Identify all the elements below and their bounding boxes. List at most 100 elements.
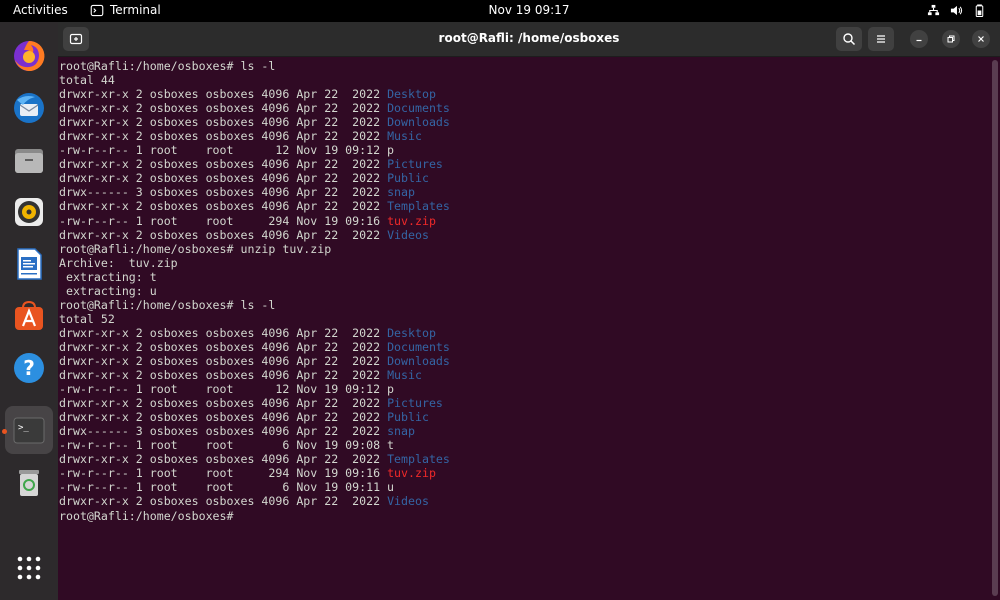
line-text: drwxr-xr-x 2 osboxes osboxes 4096 Apr 22… (59, 353, 388, 368)
terminal-line: -rw-r--r-- 1 root root 6 Nov 19 09:11 u (59, 480, 988, 494)
line-text: drwxr-xr-x 2 osboxes osboxes 4096 Apr 22… (59, 157, 388, 172)
search-button[interactable] (836, 27, 862, 51)
terminal-line: -rw-r--r-- 1 root root 6 Nov 19 09:08 t (59, 438, 988, 452)
line-text: -rw-r--r-- 1 root root 6 Nov 19 09:11 u (59, 480, 395, 495)
dock-item-thunderbird[interactable] (5, 84, 53, 132)
dock: ? >_ (0, 22, 58, 600)
volume-icon[interactable] (950, 4, 963, 17)
directory-name: Public (387, 410, 429, 425)
line-text: total 44 (59, 73, 115, 88)
directory-name: snap (387, 185, 415, 200)
terminal-line: drwxr-xr-x 2 osboxes osboxes 4096 Apr 22… (59, 171, 988, 185)
menu-button[interactable] (868, 27, 894, 51)
terminal-line: -rw-r--r-- 1 root root 12 Nov 19 09:12 p (59, 382, 988, 396)
thunderbird-icon (14, 93, 44, 123)
line-text: extracting: t (59, 269, 157, 284)
directory-name: snap (387, 424, 415, 439)
terminal-line: drwxr-xr-x 2 osboxes osboxes 4096 Apr 22… (59, 101, 988, 115)
dock-item-terminal[interactable]: >_ (5, 406, 53, 454)
directory-name: Templates (387, 452, 450, 467)
terminal-line: Archive: tuv.zip (59, 256, 988, 270)
terminal-line: root@Rafli:/home/osboxes# unzip tuv.zip (59, 242, 988, 256)
terminal-line: drwxr-xr-x 2 osboxes osboxes 4096 Apr 22… (59, 129, 988, 143)
directory-name: Templates (387, 199, 450, 214)
directory-name: Videos (387, 227, 429, 242)
terminal-line: root@Rafli:/home/osboxes# ls -l (59, 59, 988, 73)
close-icon (978, 36, 984, 42)
app-center-icon (15, 300, 43, 330)
line-text: drwxr-xr-x 2 osboxes osboxes 4096 Apr 22… (59, 227, 388, 242)
terminal-line: drwxr-xr-x 2 osboxes osboxes 4096 Apr 22… (59, 199, 988, 213)
network-icon[interactable] (927, 4, 940, 17)
terminal-line: drwxr-xr-x 2 osboxes osboxes 4096 Apr 22… (59, 410, 988, 424)
rhythmbox-icon (15, 198, 43, 226)
dock-item-rhythmbox[interactable] (5, 188, 53, 236)
terminal-line: -rw-r--r-- 1 root root 294 Nov 19 09:16 … (59, 466, 988, 480)
directory-name: Public (387, 171, 429, 186)
dock-item-help[interactable]: ? (5, 344, 53, 392)
files-icon (15, 149, 43, 173)
maximize-button[interactable] (942, 30, 960, 48)
terminal-line: total 52 (59, 312, 988, 326)
terminal-line: drwxr-xr-x 2 osboxes osboxes 4096 Apr 22… (59, 228, 988, 242)
hamburger-icon (877, 35, 885, 43)
line-text: drwxr-xr-x 2 osboxes osboxes 4096 Apr 22… (59, 396, 388, 411)
archive-name: tuv.zip (387, 466, 436, 481)
line-text: drwxr-xr-x 2 osboxes osboxes 4096 Apr 22… (59, 87, 388, 102)
terminal-line: drwxr-xr-x 2 osboxes osboxes 4096 Apr 22… (59, 87, 988, 101)
terminal-line: -rw-r--r-- 1 root root 294 Nov 19 09:16 … (59, 214, 988, 228)
window-header-bar[interactable]: root@Rafli: /home/osboxes (58, 22, 1000, 57)
directory-name: Documents (387, 101, 450, 116)
terminal-line: drwx------ 3 osboxes osboxes 4096 Apr 22… (59, 424, 988, 438)
battery-icon[interactable] (973, 4, 986, 17)
minimize-icon (916, 39, 922, 42)
line-text: total 52 (59, 311, 115, 326)
line-text: drwx------ 3 osboxes osboxes 4096 Apr 22… (59, 185, 388, 200)
line-text: drwxr-xr-x 2 osboxes osboxes 4096 Apr 22… (59, 452, 388, 467)
line-text: drwxr-xr-x 2 osboxes osboxes 4096 Apr 22… (59, 115, 388, 130)
line-text: -rw-r--r-- 1 root root 12 Nov 19 09:12 p (59, 143, 395, 158)
directory-name: Pictures (387, 396, 443, 411)
dock-item-trash[interactable] (5, 458, 53, 506)
help-icon: ? (14, 353, 44, 383)
dock-item-app-center[interactable] (5, 292, 53, 340)
line-text: drwxr-xr-x 2 osboxes osboxes 4096 Apr 22… (59, 410, 388, 425)
terminal-line: drwxr-xr-x 2 osboxes osboxes 4096 Apr 22… (59, 494, 988, 508)
terminal-line: drwx------ 3 osboxes osboxes 4096 Apr 22… (59, 185, 988, 199)
line-text: drwx------ 3 osboxes osboxes 4096 Apr 22… (59, 424, 388, 439)
terminal-line: extracting: t (59, 270, 988, 284)
terminal-output[interactable]: root@Rafli:/home/osboxes# ls -l total 44 d… (58, 59, 988, 599)
terminal-scrollbar[interactable] (992, 60, 998, 596)
terminal-window: root@Rafli: /home/osboxes root@Rafli:/ho… (58, 22, 1000, 600)
terminal-line: drwxr-xr-x 2 osboxes osboxes 4096 Apr 22… (59, 452, 988, 466)
line-text: drwxr-xr-x 2 osboxes osboxes 4096 Apr 22… (59, 339, 388, 354)
line-text: drwxr-xr-x 2 osboxes osboxes 4096 Apr 22… (59, 101, 388, 116)
terminal-line: drwxr-xr-x 2 osboxes osboxes 4096 Apr 22… (59, 115, 988, 129)
line-text: extracting: u (59, 283, 157, 298)
line-text: root@Rafli:/home/osboxes# (59, 508, 241, 523)
terminal-line: -rw-r--r-- 1 root root 12 Nov 19 09:12 p (59, 143, 988, 157)
running-indicator (2, 429, 7, 434)
system-tray[interactable] (927, 4, 986, 17)
terminal-line: drwxr-xr-x 2 osboxes osboxes 4096 Apr 22… (59, 396, 988, 410)
terminal-line: drwxr-xr-x 2 osboxes osboxes 4096 Apr 22… (59, 354, 988, 368)
dock-item-firefox[interactable] (5, 32, 53, 80)
directory-name: Downloads (387, 353, 450, 368)
terminal-icon: >_ (13, 417, 45, 444)
dock-item-writer[interactable] (5, 240, 53, 288)
line-text: root@Rafli:/home/osboxes# unzip tuv.zip (59, 241, 332, 256)
terminal-line: drwxr-xr-x 2 osboxes osboxes 4096 Apr 22… (59, 340, 988, 354)
dock-item-show-apps[interactable] (5, 544, 53, 592)
terminal-line: extracting: u (59, 284, 988, 298)
clock[interactable]: Nov 19 09:17 (0, 3, 1000, 17)
minimize-button[interactable] (910, 30, 928, 48)
close-button[interactable] (972, 30, 990, 48)
dock-item-files[interactable] (5, 136, 53, 184)
directory-name: Music (387, 368, 422, 383)
terminal-line: drwxr-xr-x 2 osboxes osboxes 4096 Apr 22… (59, 368, 988, 382)
trash-icon (19, 470, 39, 496)
terminal-line: drwxr-xr-x 2 osboxes osboxes 4096 Apr 22… (59, 326, 988, 340)
search-icon (843, 33, 856, 46)
svg-text:?: ? (23, 356, 35, 380)
line-text: drwxr-xr-x 2 osboxes osboxes 4096 Apr 22… (59, 199, 388, 214)
